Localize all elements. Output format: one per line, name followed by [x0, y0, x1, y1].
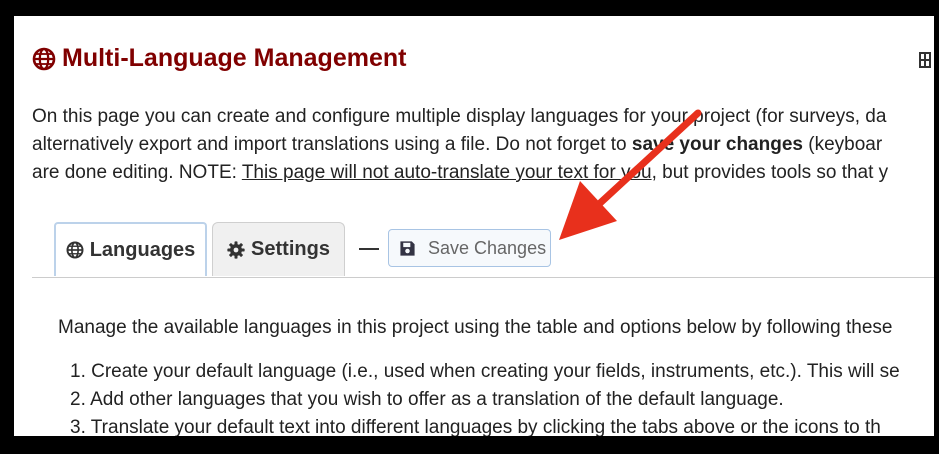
intro-line: On this page you can create and configur… — [32, 106, 887, 127]
tab-label: Settings — [251, 238, 330, 260]
globe-icon — [32, 47, 56, 70]
intro-line: are done editing. NOTE: This page will n… — [32, 159, 934, 187]
floppy-disk-icon — [400, 240, 415, 256]
separator-dash — [359, 248, 379, 250]
list-item: 1. Create your default language (i.e., u… — [70, 361, 900, 382]
intro-line: alternatively export and import translat… — [32, 131, 934, 159]
list-item: 3. Translate your default text into diff… — [70, 417, 881, 436]
tab-bar: Languages Settings Save Changes — [32, 220, 934, 278]
page-title-text: Multi-Language Management — [62, 44, 407, 72]
tab-label: Languages — [89, 238, 196, 261]
intro-text: On this page you can create and configur… — [32, 103, 934, 187]
tab-settings[interactable]: Settings — [212, 222, 345, 276]
tab-bar-border — [32, 277, 934, 278]
gear-icon — [227, 240, 245, 259]
steps-list: 1. Create your default language (i.e., u… — [70, 358, 900, 436]
save-changes-emphasis: save your changes — [631, 134, 803, 155]
intro-text-segment: (keyboar — [802, 134, 883, 155]
help-video-icon[interactable] — [919, 52, 931, 68]
auto-translate-note: This page will not auto-translate your t… — [241, 162, 652, 183]
intro-text-segment: are done editing. NOTE: — [32, 162, 242, 183]
intro-text-segment: , but provides tools so that y — [651, 162, 889, 183]
page-content: Multi-Language Management On this page y… — [14, 16, 934, 436]
save-changes-button[interactable]: Save Changes — [388, 229, 551, 267]
tab-languages[interactable]: Languages — [54, 222, 207, 276]
manage-instructions: Manage the available languages in this p… — [58, 317, 893, 338]
globe-icon — [66, 241, 84, 259]
list-item: 2. Add other languages that you wish to … — [70, 389, 784, 410]
page-title: Multi-Language Management — [32, 44, 406, 73]
intro-text-segment: alternatively export and import translat… — [32, 134, 632, 155]
save-changes-label: Save Changes — [428, 237, 547, 258]
